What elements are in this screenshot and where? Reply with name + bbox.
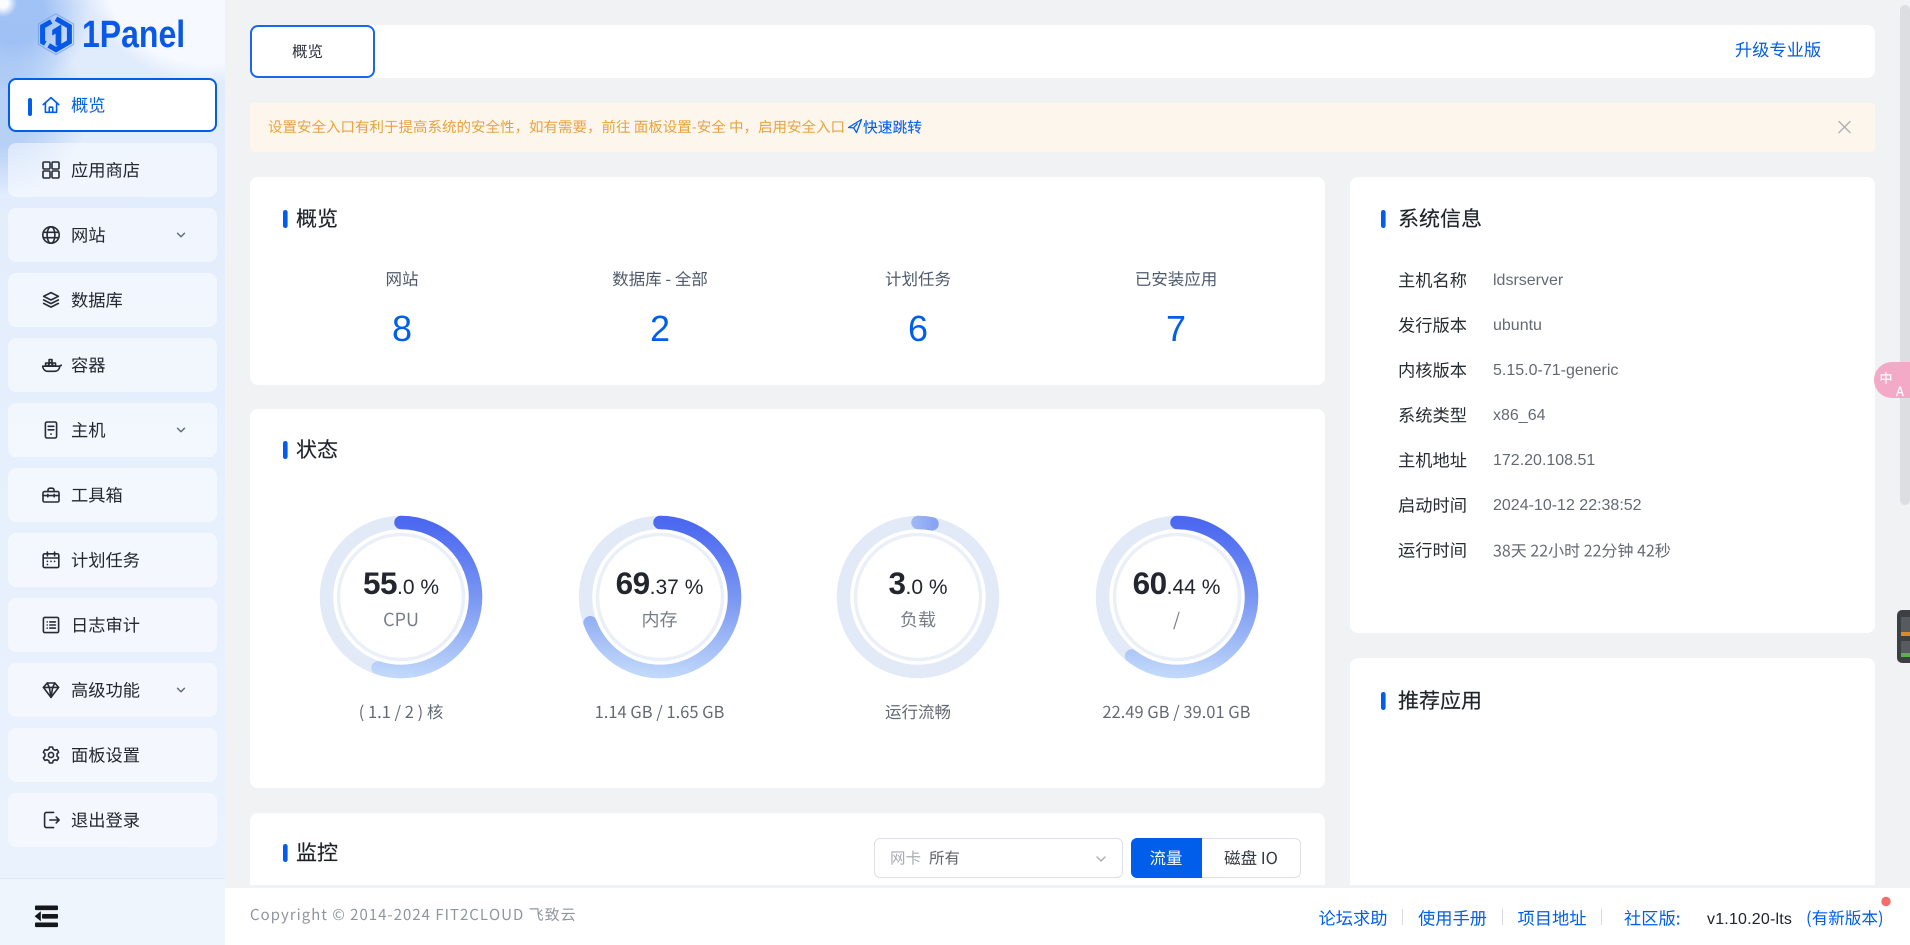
svg-text:1Panel: 1Panel xyxy=(82,14,185,56)
